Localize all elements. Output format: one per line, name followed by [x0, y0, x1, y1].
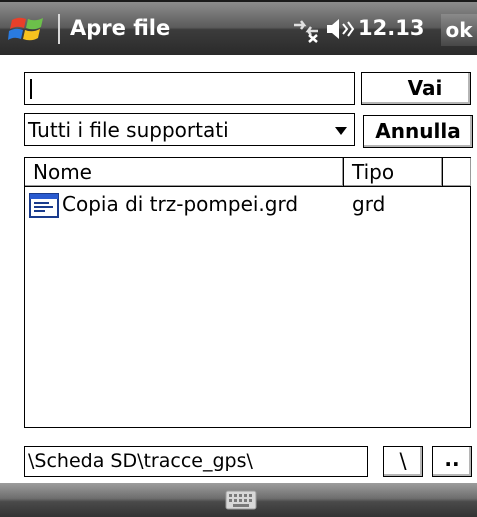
connectivity-icon[interactable]: [291, 15, 321, 43]
filter-selected-value: Tutti i file supportati: [28, 118, 229, 142]
file-name: Copia di trz-pompei.grd: [62, 192, 299, 216]
root-folder-button[interactable]: \: [383, 446, 423, 477]
file-type-filter-select[interactable]: Tutti i file supportati: [24, 113, 355, 146]
column-header-name[interactable]: Nome: [25, 158, 344, 187]
windows-flag-icon[interactable]: [8, 12, 50, 46]
file-type: grd: [352, 192, 386, 216]
parent-folder-button[interactable]: ..: [432, 446, 472, 477]
volume-icon[interactable]: [325, 17, 355, 41]
current-path: \Scheda SD\tracce_gps\: [24, 446, 368, 477]
title-separator: [58, 14, 60, 44]
text-caret: [30, 79, 32, 99]
file-list-item[interactable]: Copia di trz-pompei.grd grd: [25, 190, 470, 220]
clock: 12.13: [358, 16, 425, 40]
window-title: Apre file: [70, 16, 171, 40]
title-bar: Apre file 12.13 ok: [0, 0, 477, 55]
document-icon: [29, 193, 59, 218]
column-header-extra[interactable]: [443, 158, 471, 187]
ok-button[interactable]: ok: [441, 14, 477, 46]
file-list[interactable]: Nome Tipo Copia di trz-pompei.grd grd: [24, 157, 471, 428]
menu-bar: [0, 483, 477, 517]
keyboard-icon[interactable]: [225, 490, 257, 510]
filename-input[interactable]: [24, 72, 355, 105]
dropdown-arrow-icon[interactable]: [335, 127, 347, 135]
column-header-type[interactable]: Tipo: [344, 158, 443, 187]
cancel-button[interactable]: Annulla: [363, 115, 473, 148]
go-button[interactable]: Vai: [361, 72, 471, 105]
